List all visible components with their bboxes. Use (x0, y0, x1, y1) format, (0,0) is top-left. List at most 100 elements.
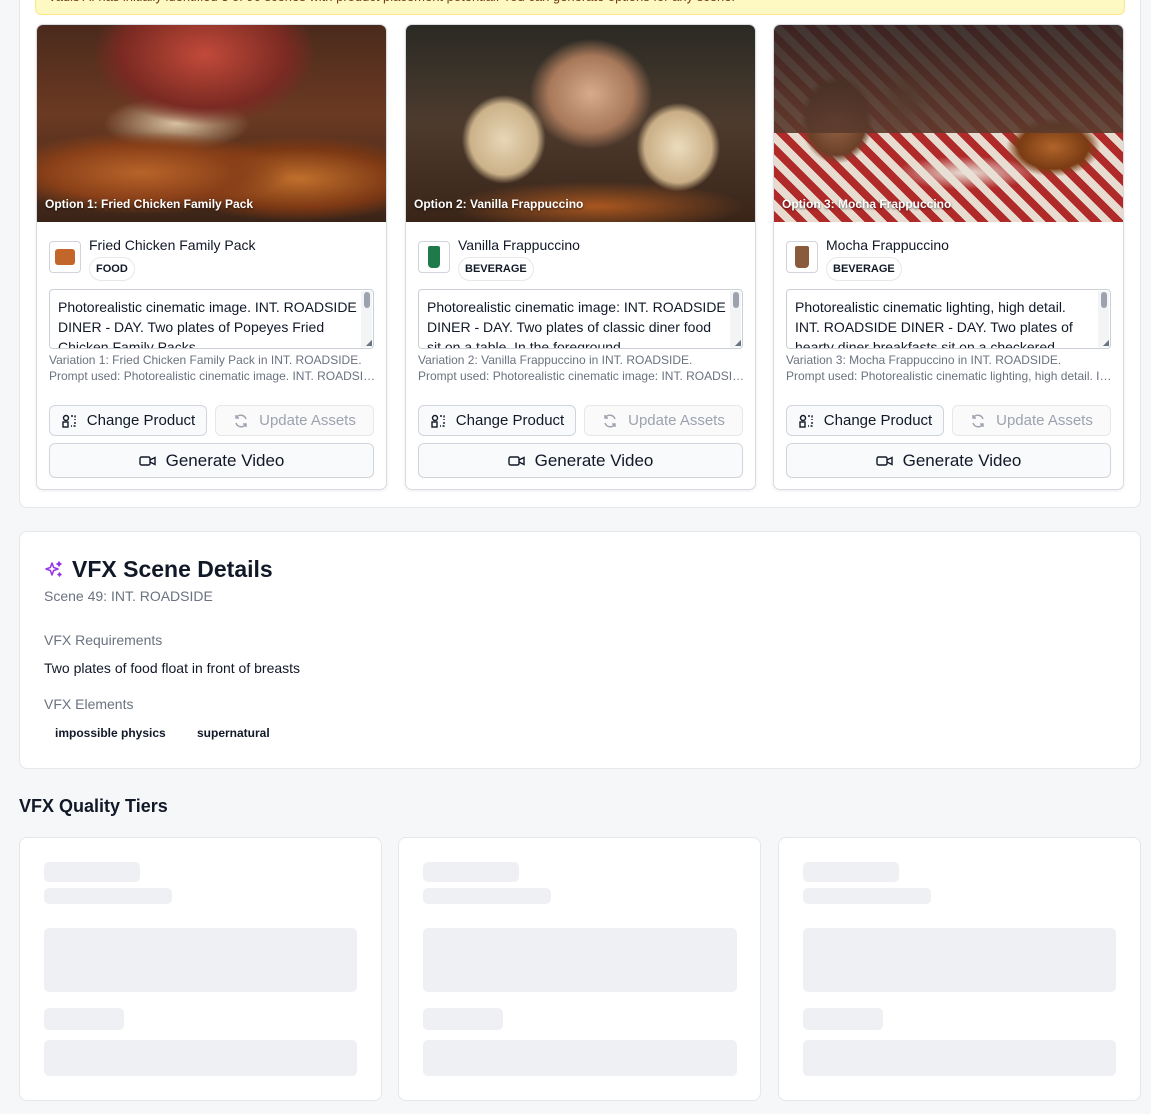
skeleton-subtitle (803, 888, 931, 904)
update-assets-button[interactable]: Update Assets (215, 405, 374, 436)
refresh-icon (604, 414, 616, 427)
scrollbar-thumb[interactable] (733, 292, 739, 308)
vfx-title: VFX Scene Details (72, 556, 273, 582)
update-assets-label: Update Assets (628, 412, 725, 429)
tier-card-loading (19, 837, 382, 1101)
generate-video-button[interactable]: Generate Video (49, 443, 374, 478)
prompt-textarea[interactable]: Photorealistic cinematic image: INT. ROA… (418, 289, 743, 349)
option-card-2: Option 2: Vanilla Frappuccino Vanilla Fr… (405, 24, 756, 490)
skeleton-subtitle (44, 888, 172, 904)
change-product-label: Change Product (823, 412, 933, 429)
vfx-title-row: VFX Scene Details (44, 556, 273, 583)
vfx-element-tag: supernatural (186, 722, 281, 744)
option-image[interactable]: Option 1: Fried Chicken Family Pack (37, 25, 386, 222)
vfx-quality-tiers-heading: VFX Quality Tiers (19, 796, 168, 816)
skeleton-title (803, 862, 899, 882)
skeleton-title (423, 862, 519, 882)
video-camera-icon (875, 455, 893, 466)
category-badge: BEVERAGE (458, 257, 534, 281)
product-row: Fried Chicken Family Pack FOOD (49, 237, 374, 283)
variation-line: Variation 2: Vanilla Frappuccino in INT.… (418, 353, 693, 367)
swap-product-icon (799, 414, 813, 428)
generate-video-button[interactable]: Generate Video (418, 443, 743, 478)
option-image[interactable]: Option 2: Vanilla Frappuccino (406, 25, 755, 222)
skeleton-price (803, 1008, 883, 1030)
tier-card-loading (778, 837, 1141, 1101)
generate-video-label: Generate Video (902, 450, 1022, 470)
refresh-icon (235, 414, 247, 427)
skeleton-price (44, 1008, 124, 1030)
product-thumbnail (49, 241, 81, 273)
vfx-requirements-label: VFX Requirements (44, 632, 163, 648)
change-product-button[interactable]: Change Product (418, 405, 576, 436)
option-card-3: Option 3: Mocha Frappuccino Mocha Frappu… (773, 24, 1124, 490)
category-badge: BEVERAGE (826, 257, 902, 281)
scene-label: Scene 49: INT. ROADSIDE (44, 588, 213, 604)
sparkles-icon (45, 560, 62, 577)
vfx-element-tag: impossible physics (44, 722, 177, 744)
option-image[interactable]: Option 3: Mocha Frappuccino (774, 25, 1123, 222)
skeleton-block (803, 928, 1116, 992)
change-product-button[interactable]: Change Product (786, 405, 944, 436)
swap-product-icon (62, 414, 76, 428)
product-row: Vanilla Frappuccino BEVERAGE (418, 237, 743, 283)
skeleton-button (423, 1040, 737, 1076)
change-product-button[interactable]: Change Product (49, 405, 207, 436)
prompt-textarea[interactable]: Photorealistic cinematic image. INT. ROA… (49, 289, 374, 349)
prompt-text: Photorealistic cinematic image: INT. ROA… (427, 299, 726, 349)
video-camera-icon (507, 455, 525, 466)
product-thumbnail (418, 241, 450, 273)
vfx-elements-label: VFX Elements (44, 696, 134, 712)
update-assets-label: Update Assets (259, 412, 356, 429)
update-assets-button[interactable]: Update Assets (952, 405, 1111, 436)
skeleton-button (803, 1040, 1116, 1076)
skeleton-button (44, 1040, 357, 1076)
video-camera-icon (138, 455, 156, 466)
option-caption: Option 2: Vanilla Frappuccino (414, 197, 584, 211)
product-thumbnail-image (428, 246, 440, 268)
change-product-label: Change Product (455, 412, 565, 429)
swap-product-icon (431, 414, 445, 428)
prompt-textarea[interactable]: Photorealistic cinematic lighting, high … (786, 289, 1111, 349)
skeleton-subtitle (423, 888, 551, 904)
product-thumbnail-image (55, 249, 75, 265)
prompt-used-line: Prompt used: Photorealistic cinematic im… (418, 369, 746, 383)
product-row: Mocha Frappuccino BEVERAGE (786, 237, 1111, 283)
resize-grip-icon[interactable]: ◢ (366, 339, 372, 347)
info-banner: Vadis AI has initially identified 3 of 9… (35, 0, 1125, 15)
change-product-label: Change Product (86, 412, 196, 429)
product-name: Mocha Frappuccino (826, 237, 949, 253)
generate-video-label: Generate Video (534, 450, 654, 470)
scrollbar-thumb[interactable] (1101, 292, 1107, 308)
prompt-used-line: Prompt used: Photorealistic cinematic li… (786, 369, 1114, 383)
vfx-requirements-text: Two plates of food float in front of bre… (44, 660, 301, 676)
variation-info: Variation 3: Mocha Frappuccino in INT. R… (786, 352, 1114, 384)
option-card-1: Option 1: Fried Chicken Family Pack Frie… (36, 24, 387, 490)
scrollbar-thumb[interactable] (364, 292, 370, 308)
prompt-text: Photorealistic cinematic image. INT. ROA… (58, 299, 357, 349)
variation-line: Variation 3: Mocha Frappuccino in INT. R… (786, 353, 1062, 367)
generate-video-button[interactable]: Generate Video (786, 443, 1111, 478)
resize-grip-icon[interactable]: ◢ (1103, 339, 1109, 347)
variation-info: Variation 2: Vanilla Frappuccino in INT.… (418, 352, 746, 384)
product-name: Vanilla Frappuccino (458, 237, 580, 253)
resize-grip-icon[interactable]: ◢ (735, 339, 741, 347)
variation-line: Variation 1: Fried Chicken Family Pack i… (49, 353, 362, 367)
skeleton-title (44, 862, 140, 882)
category-badge: FOOD (89, 257, 135, 281)
skeleton-block (423, 928, 737, 992)
option-caption: Option 1: Fried Chicken Family Pack (45, 197, 254, 211)
variation-info: Variation 1: Fried Chicken Family Pack i… (49, 352, 377, 384)
refresh-icon (972, 414, 984, 427)
tier-card-loading (398, 837, 761, 1101)
vfx-scene-details-panel: VFX Scene Details Scene 49: INT. ROADSID… (19, 531, 1141, 769)
skeleton-block (44, 928, 357, 992)
update-assets-label: Update Assets (996, 412, 1093, 429)
prompt-used-line: Prompt used: Photorealistic cinematic im… (49, 369, 377, 383)
generate-video-label: Generate Video (165, 450, 285, 470)
update-assets-button[interactable]: Update Assets (584, 405, 743, 436)
product-thumbnail-image (795, 246, 809, 268)
option-caption: Option 3: Mocha Frappuccino (782, 197, 952, 211)
skeleton-price (423, 1008, 503, 1030)
prompt-text: Photorealistic cinematic lighting, high … (795, 299, 1073, 349)
